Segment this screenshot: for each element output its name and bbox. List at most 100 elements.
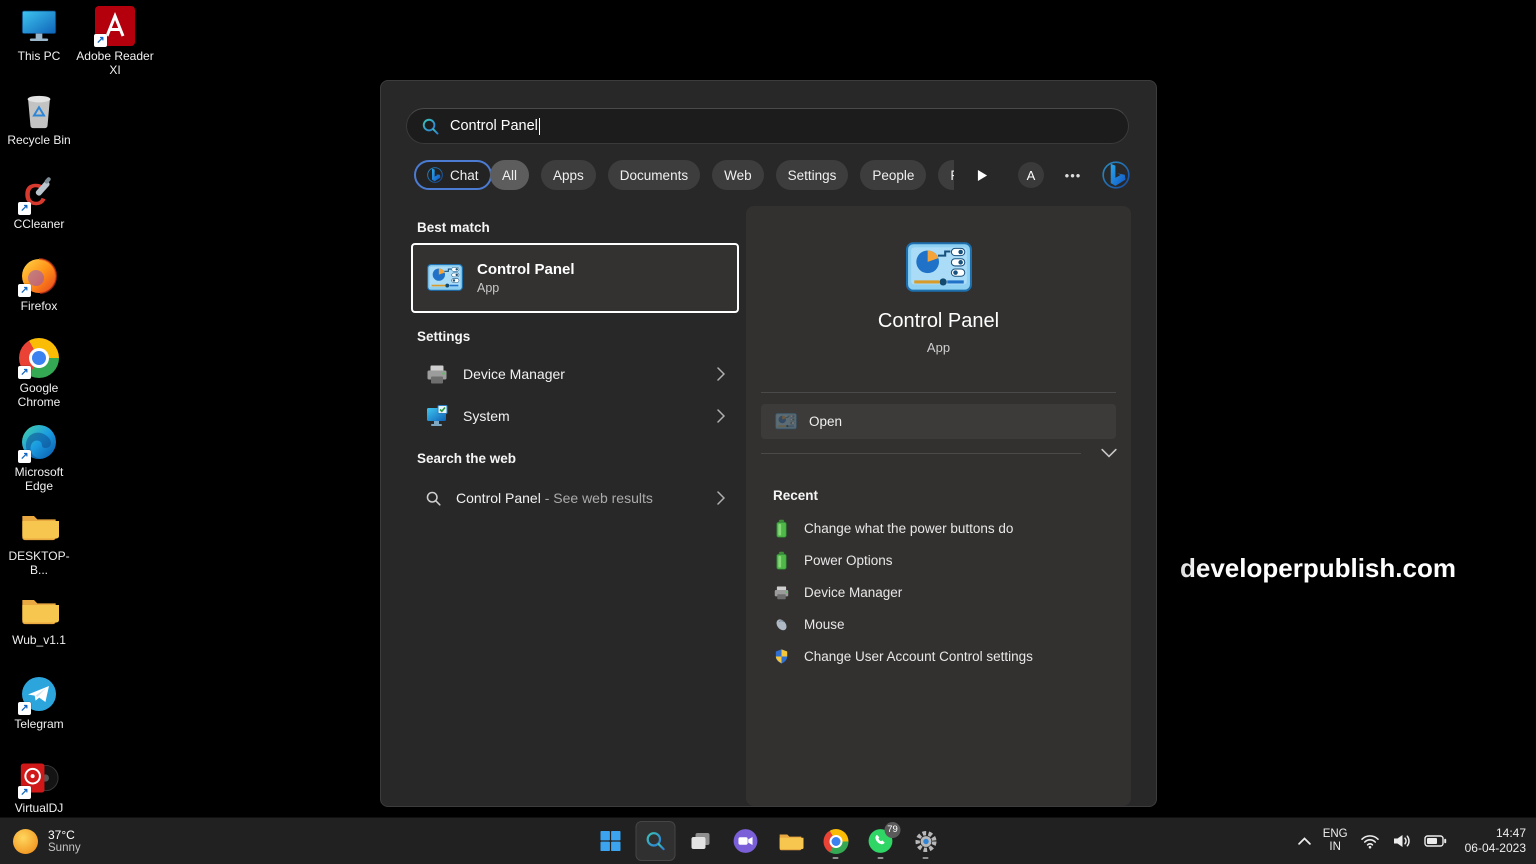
search-icon <box>645 830 667 852</box>
start-button[interactable] <box>591 821 631 861</box>
desktop-icon-wub-folder[interactable]: Wub_v1.1 <box>0 590 78 647</box>
chevron-down-icon[interactable] <box>1101 446 1117 460</box>
recent-item-power-buttons[interactable]: Change what the power buttons do <box>761 512 1116 544</box>
volume-icon[interactable] <box>1392 833 1412 849</box>
desktop-icon-label: Telegram <box>0 717 78 731</box>
desktop-icon-ccleaner[interactable]: ↗ CCleaner <box>0 174 78 231</box>
text-cursor <box>539 118 540 135</box>
taskbar-settings-button[interactable] <box>906 821 946 861</box>
video-chat-icon <box>733 828 759 854</box>
recent-item-device-manager[interactable]: Device Manager <box>761 576 1116 608</box>
desktop-icon-label: DESKTOP-B... <box>0 549 78 577</box>
filter-tab-people[interactable]: People <box>860 160 926 190</box>
filter-chat-label: Chat <box>450 168 479 183</box>
chevron-right-icon <box>717 409 725 423</box>
recent-item-label: Change User Account Control settings <box>804 649 1033 664</box>
desktop-icon-microsoft-edge[interactable]: ↗ Microsoft Edge <box>0 422 78 493</box>
desktop-icon-label: Recycle Bin <box>0 133 78 147</box>
taskbar-file-explorer-button[interactable] <box>771 821 811 861</box>
divider <box>761 392 1116 393</box>
filter-tab-settings[interactable]: Settings <box>776 160 849 190</box>
settings-result-device-manager[interactable]: Device Manager <box>411 357 739 391</box>
search-query-text: Control Panel <box>450 118 538 134</box>
sun-icon <box>12 828 39 855</box>
filter-tab-web[interactable]: Web <box>712 160 764 190</box>
taskbar-search-button[interactable] <box>636 821 676 861</box>
filter-tab-apps[interactable]: Apps <box>541 160 596 190</box>
weather-condition: Sunny <box>48 842 81 855</box>
recent-item-mouse[interactable]: Mouse <box>761 608 1116 640</box>
desktop-icon-recycle-bin[interactable]: Recycle Bin <box>0 90 78 147</box>
taskbar-video-chat-button[interactable] <box>726 821 766 861</box>
uac-shield-icon <box>773 647 790 666</box>
control-panel-icon <box>775 413 797 430</box>
filter-tab-all[interactable]: All <box>490 160 529 190</box>
region-code: IN <box>1323 841 1348 854</box>
best-match-result[interactable]: Control Panel App <box>411 243 739 313</box>
filter-chat-chip[interactable]: Chat <box>414 160 492 190</box>
search-input[interactable]: Control Panel <box>406 108 1129 144</box>
desktop-icon-label: Wub_v1.1 <box>0 633 78 647</box>
folder-icon <box>19 506 59 546</box>
taskbar-chrome-button[interactable] <box>816 821 856 861</box>
bing-icon <box>1102 161 1130 189</box>
open-button[interactable]: Open <box>761 404 1116 439</box>
language-indicator[interactable]: ENG IN <box>1323 828 1348 854</box>
taskbar-whatsapp-button[interactable]: 79 <box>861 821 901 861</box>
chevron-right-icon <box>717 491 725 505</box>
recent-item-power-options[interactable]: Power Options <box>761 544 1116 576</box>
result-title: Control Panel <box>477 261 575 278</box>
bing-chat-button[interactable] <box>1102 161 1130 189</box>
mouse-icon <box>773 615 790 634</box>
start-icon <box>599 829 623 853</box>
open-button-label: Open <box>809 414 842 429</box>
settings-gear-icon <box>913 829 938 854</box>
chevron-right-icon <box>717 367 725 381</box>
clock[interactable]: 14:47 06-04-2023 <box>1465 826 1526 856</box>
desktop-icon-firefox[interactable]: ↗ Firefox <box>0 256 78 313</box>
telegram-icon: ↗ <box>19 674 59 714</box>
shortcut-arrow-icon: ↗ <box>18 284 31 297</box>
filter-tab-folders[interactable]: Folders <box>938 160 954 190</box>
web-query-text: Control Panel <box>456 490 541 506</box>
shortcut-arrow-icon: ↗ <box>18 450 31 463</box>
best-match-heading: Best match <box>417 220 490 235</box>
weather-widget[interactable]: 37°C Sunny <box>12 818 81 864</box>
desktop-icon-label: Microsoft Edge <box>0 465 78 493</box>
account-avatar[interactable]: A <box>1018 162 1044 188</box>
settings-result-system[interactable]: System <box>411 399 739 433</box>
detail-title: Control Panel <box>746 310 1131 333</box>
shortcut-arrow-icon: ↗ <box>18 366 31 379</box>
desktop-icon-google-chrome[interactable]: ↗ Google Chrome <box>0 338 78 409</box>
search-icon <box>425 490 442 507</box>
more-options-button[interactable]: ••• <box>1059 162 1087 188</box>
settings-heading: Settings <box>417 329 470 344</box>
desktop-icon-desktop-b-folder[interactable]: DESKTOP-B... <box>0 506 78 577</box>
search-the-web-heading: Search the web <box>417 451 516 466</box>
web-result-control-panel[interactable]: Control Panel - See web results <box>411 481 739 515</box>
device-manager-icon <box>425 362 449 386</box>
desktop-icon-telegram[interactable]: ↗ Telegram <box>0 674 78 731</box>
desktop-icon-label: CCleaner <box>0 217 78 231</box>
task-view-button[interactable] <box>681 821 721 861</box>
recent-item-uac-settings[interactable]: Change User Account Control settings <box>761 640 1116 672</box>
clock-time: 14:47 <box>1465 826 1526 841</box>
desktop-icon-virtualdj[interactable]: ↗ VirtualDJ <box>0 758 78 815</box>
chevron-up-icon[interactable] <box>1298 837 1311 846</box>
battery-icon[interactable] <box>1424 835 1447 847</box>
result-detail-pane: Control Panel App Open Recent Change wha… <box>746 206 1131 806</box>
shortcut-arrow-icon: ↗ <box>94 34 107 47</box>
desktop-icon-adobe-reader[interactable]: ↗ Adobe Reader XI <box>76 6 154 77</box>
system-icon <box>425 404 449 428</box>
recent-item-label: Power Options <box>804 553 893 568</box>
this-pc-icon <box>19 6 59 46</box>
edge-icon: ↗ <box>19 422 59 462</box>
wifi-icon[interactable] <box>1360 833 1380 849</box>
filter-tab-documents[interactable]: Documents <box>608 160 700 190</box>
desktop-icon-this-pc[interactable]: This PC <box>0 6 78 63</box>
recent-item-label: Change what the power buttons do <box>804 521 1013 536</box>
result-label: Device Manager <box>463 366 703 382</box>
filter-scroll-right-button[interactable] <box>970 163 994 187</box>
shortcut-arrow-icon: ↗ <box>18 702 31 715</box>
desktop: C <box>0 0 1536 864</box>
